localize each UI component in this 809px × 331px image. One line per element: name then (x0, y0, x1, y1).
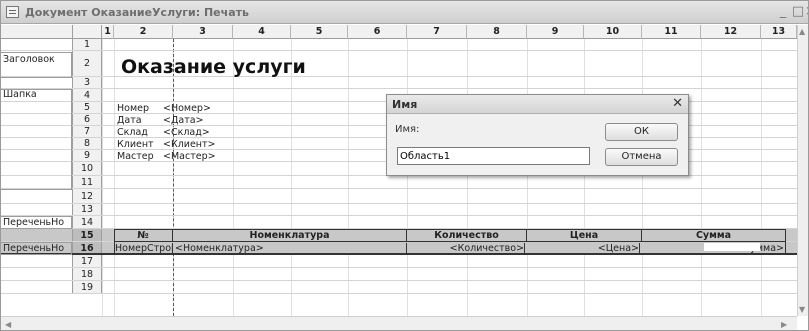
name-input[interactable] (397, 147, 590, 165)
name-dialog: Имя ✕ Имя: ОК Отмена (386, 94, 689, 176)
field-value: <Склад> (163, 127, 210, 138)
row-number[interactable]: 10 (72, 162, 102, 175)
column-header[interactable]: 5 (291, 25, 348, 39)
column-header-row: 1 2 3 4 5 6 7 8 9 10 11 12 13 (1, 25, 797, 39)
column-header[interactable]: 7 (407, 25, 467, 39)
section-bracket (1, 89, 72, 190)
column-header[interactable]: 4 (233, 25, 291, 39)
column-header[interactable]: 3 (173, 25, 233, 39)
row-number[interactable]: 17 (72, 255, 102, 267)
field-label: Дата (117, 115, 142, 126)
minimize-button[interactable]: _ (776, 4, 790, 20)
row-number[interactable]: 6 (72, 114, 102, 125)
grid-corner (72, 25, 102, 39)
maximize-button[interactable]: □ (791, 4, 805, 20)
close-button[interactable]: × (805, 4, 808, 20)
column-header[interactable]: 10 (584, 25, 642, 39)
row-number[interactable]: 12 (72, 189, 102, 203)
column-header[interactable]: 6 (348, 25, 407, 39)
field-label: Номер (117, 103, 149, 114)
grid-row[interactable]: 11 (1, 176, 797, 189)
table-cell-price: <Цена> (527, 243, 640, 255)
column-header[interactable]: 9 (527, 25, 584, 39)
table-header: Цена (527, 230, 642, 242)
grid-row[interactable]: 13 (1, 204, 797, 216)
table-header: Сумма (642, 230, 786, 242)
row-number[interactable]: 13 (72, 204, 102, 215)
scroll-right-icon[interactable]: ▶ (781, 320, 787, 329)
field-value: <Мастер> (163, 151, 216, 162)
grid-row[interactable]: 1 (1, 39, 797, 51)
grid-row[interactable]: 12 (1, 189, 797, 204)
ok-button[interactable]: ОК (605, 123, 678, 141)
field-label: Клиент (117, 139, 154, 150)
row-number[interactable]: 5 (72, 102, 102, 113)
table-cell-num: НомерСтроки> (115, 243, 173, 255)
scroll-left-icon[interactable]: ◀ (5, 320, 11, 329)
document-icon (6, 6, 19, 18)
field-label: Мастер (117, 151, 154, 162)
grid-row[interactable]: 3 (1, 77, 797, 89)
document-title: Оказание услуги (121, 56, 306, 78)
name-label: Имя: (395, 124, 420, 135)
dialog-title-bar: Имя ✕ (387, 95, 688, 114)
column-header[interactable]: 12 (701, 25, 761, 39)
dialog-title: Имя (392, 98, 418, 111)
scroll-up-icon[interactable]: ▲ (799, 27, 805, 36)
dialog-close-icon[interactable]: ✕ (672, 96, 683, 111)
column-header[interactable]: 13 (761, 25, 797, 39)
active-cell (704, 243, 760, 251)
cancel-button[interactable]: Отмена (605, 148, 678, 166)
row-number[interactable]: 16 (72, 242, 102, 254)
column-header[interactable]: 8 (467, 25, 527, 39)
table-header: Количество (407, 230, 527, 242)
grid-row[interactable]: 14 (1, 216, 797, 229)
column-header[interactable]: 11 (642, 25, 701, 39)
field-value: <Клиент> (163, 139, 216, 150)
section-bracket (1, 216, 72, 229)
grid-row[interactable]: 18 (1, 268, 797, 281)
row-number[interactable]: 2 (72, 51, 102, 76)
table-header: № (114, 230, 173, 242)
field-label: Склад (117, 127, 148, 138)
section-label: Заголовок (1, 52, 72, 78)
row-number[interactable]: 4 (72, 89, 102, 101)
row-number[interactable]: 7 (72, 126, 102, 137)
row-number[interactable]: 18 (72, 268, 102, 280)
print-window: Документ ОказаниеУслуги: Печать _ □ × 12… (0, 0, 809, 331)
table-header: Номенклатура (173, 230, 407, 242)
row-number[interactable]: 3 (72, 77, 102, 88)
table-cell-qty: <Количество> (407, 243, 525, 255)
field-value: <Дата> (163, 115, 204, 126)
row-number[interactable]: 15 (72, 229, 102, 241)
row-number[interactable]: 14 (72, 216, 102, 228)
row-number[interactable]: 9 (72, 150, 102, 161)
column-header[interactable]: 1 (102, 25, 114, 39)
section-bracket (1, 242, 72, 255)
horizontal-scrollbar[interactable]: ◀ ▶ (1, 316, 797, 330)
grid-row[interactable]: 17 (1, 255, 797, 268)
column-header[interactable]: 2 (114, 25, 173, 39)
row-number[interactable]: 11 (72, 176, 102, 188)
scroll-down-icon[interactable]: ▼ (799, 305, 805, 314)
grid-row[interactable]: 19 (1, 281, 797, 294)
window-title: Документ ОказаниеУслуги: Печать (25, 6, 249, 19)
vertical-scrollbar[interactable]: ▲ ▼ (797, 25, 808, 316)
title-bar: Документ ОказаниеУслуги: Печать _ □ × (1, 1, 808, 24)
table-cell-name: <Номенклатура> (175, 243, 407, 255)
field-value: <Номер> (163, 103, 211, 114)
row-number[interactable]: 8 (72, 138, 102, 149)
row-number[interactable]: 19 (72, 281, 102, 293)
row-number[interactable]: 1 (72, 39, 102, 50)
